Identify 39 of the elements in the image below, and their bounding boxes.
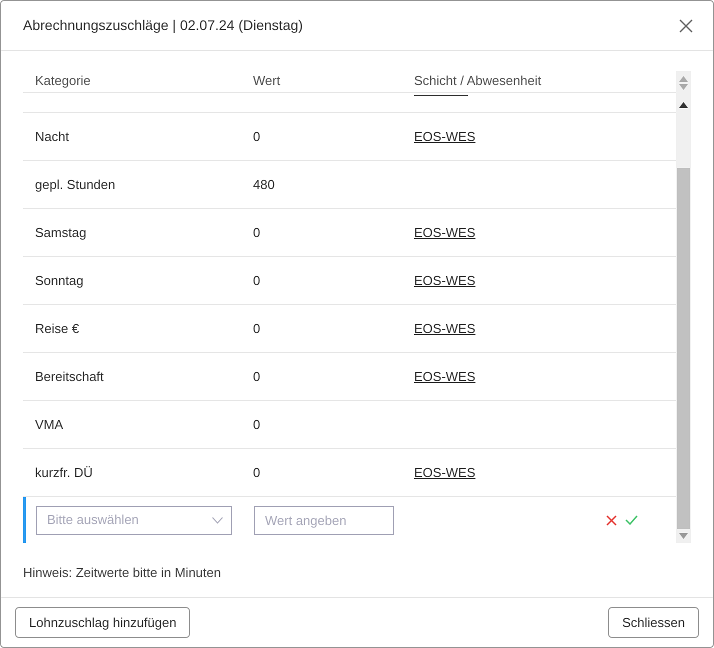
table-cell: 0 [253,464,260,480]
column-header: Kategorie [35,73,91,88]
shift-link[interactable]: EOS-WES [414,320,476,336]
scroll-down-icon[interactable] [679,84,688,90]
scroll-down-icon[interactable] [679,533,688,539]
table-cell: Samstag [35,224,86,240]
table-cell: Bereitschaft [35,368,104,384]
chevron-down-icon [212,516,223,524]
shift-link[interactable]: EOS-WES [414,464,476,480]
shift-link[interactable]: EOS-WES [414,224,476,240]
close-icon[interactable] [679,18,693,32]
scrollbar-thumb[interactable] [677,168,690,529]
cancel-icon[interactable] [606,514,617,526]
shift-link[interactable]: EOS-WES [414,272,476,288]
table-cell: Reise € [35,320,80,336]
table-cell: Nacht [35,128,69,144]
table-cell: Sonntag [35,272,84,288]
add-surcharge-button[interactable]: Lohnzuschlag hinzufügen [15,606,190,638]
shift-link[interactable]: EOS-WES [414,128,476,144]
table-cell: gepl. Stunden [35,176,116,192]
dialog-title: Abrechnungszuschläge | 02.07.24 (Dienstag) [23,16,303,35]
table-cell: 0 [253,128,260,144]
table-cell: 0 [253,224,260,240]
value-input-field[interactable]: Wert angeben [254,506,394,534]
scroll-up-icon[interactable] [679,102,688,108]
table-cell: 0 [253,272,260,288]
close-button[interactable]: Schliessen [608,606,699,638]
table-cell: VMA [35,416,64,432]
table-cell: kurzfr. DÜ [35,464,93,480]
hint-text: Hinweis: Zeitwerte bitte in Minuten [23,564,222,582]
table-cell: 0 [253,320,260,336]
table-cell: 480 [253,176,275,192]
column-header: Schicht / Abwesenheit [414,73,542,88]
table-cell: 0 [253,416,260,432]
scrollbar[interactable] [676,71,691,543]
confirm-icon[interactable] [625,515,638,525]
shift-link[interactable]: EOS-WES [414,368,476,384]
column-header: Wert [253,73,280,88]
table-cell: 0 [253,368,260,384]
